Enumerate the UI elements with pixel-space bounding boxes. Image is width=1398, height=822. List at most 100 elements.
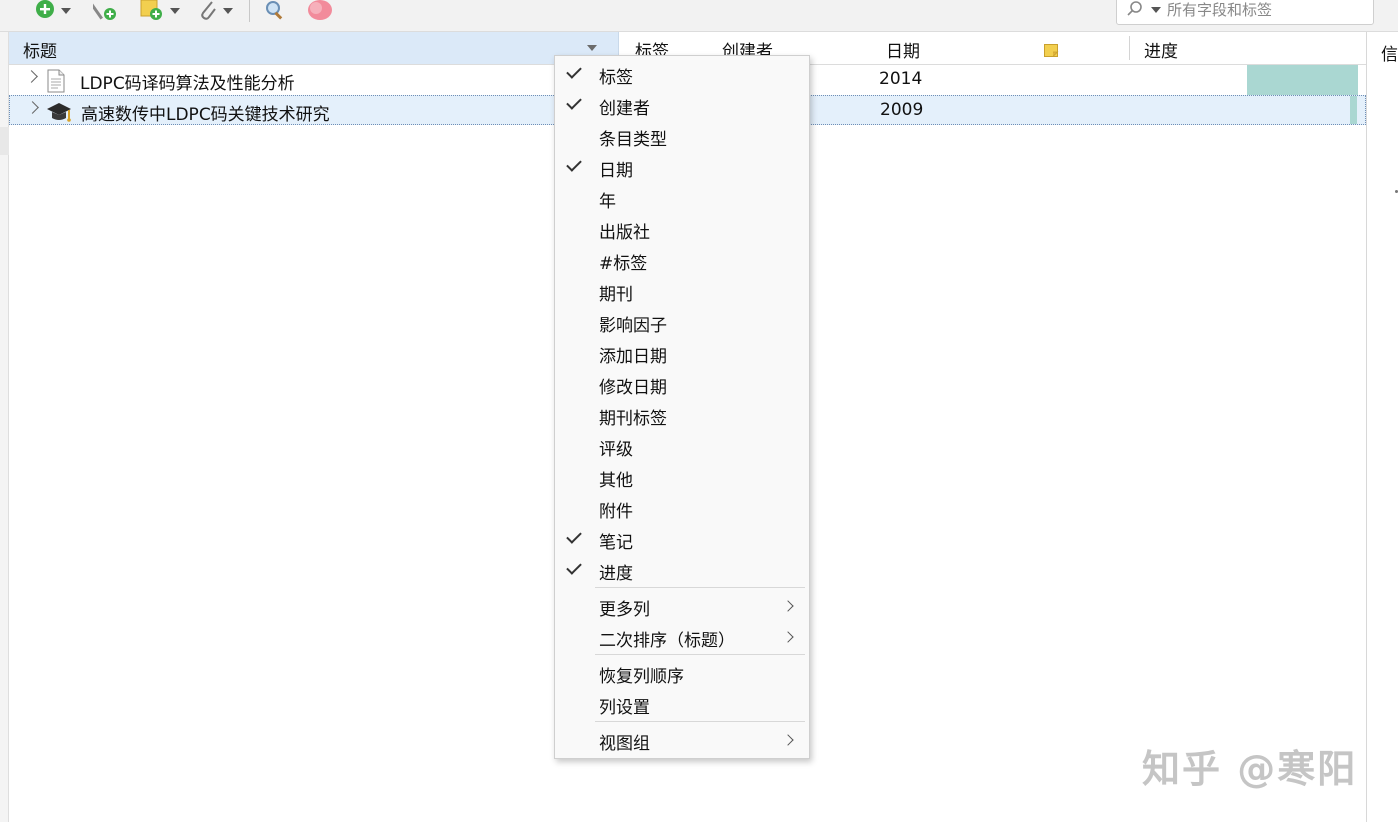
- menu-item-impact-factor[interactable]: 影响因子: [555, 307, 809, 338]
- menu-separator: [595, 721, 805, 722]
- menu-item-label: 笔记: [599, 533, 633, 553]
- search-placeholder: 所有字段和标签: [1167, 1, 1273, 19]
- menu-item-tags[interactable]: 标签: [555, 59, 809, 90]
- search-field[interactable]: 所有字段和标签: [1116, 0, 1374, 25]
- collection-selection-shade: [0, 127, 9, 155]
- column-picker-menu: 标签 创建者 条目类型 日期 年 出版社 #标签 期刊 影响因子 添加日期 修改…: [554, 55, 810, 759]
- new-item-icon: [36, 0, 54, 18]
- new-item-button[interactable]: [34, 0, 71, 22]
- item-date: 2014: [879, 69, 923, 89]
- menu-item-label: 更多列: [599, 600, 650, 620]
- menu-item-rating[interactable]: 评级: [555, 431, 809, 462]
- menu-item-label: 其他: [599, 471, 633, 491]
- document-icon: [47, 69, 65, 93]
- item-date: 2009: [880, 100, 924, 120]
- menu-item-label: 日期: [599, 161, 633, 181]
- menu-item-label: 视图组: [599, 734, 650, 754]
- chevron-right-icon: [782, 600, 794, 612]
- check-icon: [566, 63, 582, 79]
- menu-item-journal-tags[interactable]: 期刊标签: [555, 400, 809, 431]
- thesis-icon: [47, 103, 71, 122]
- chevron-right-icon: [782, 631, 794, 643]
- progress-bar: [1350, 96, 1357, 124]
- menu-item-label: #标签: [599, 254, 648, 274]
- toolbar: 所有字段和标签: [0, 0, 1398, 32]
- menu-item-label: 恢复列顺序: [599, 667, 684, 687]
- menu-item-attachments[interactable]: 附件: [555, 493, 809, 524]
- menu-item-journal[interactable]: 期刊: [555, 276, 809, 307]
- column-header-date[interactable]: 日期: [886, 37, 920, 62]
- menu-item-label: 年: [599, 192, 616, 212]
- chevron-right-icon[interactable]: [26, 101, 39, 114]
- search-mode-dropdown-icon[interactable]: [1151, 6, 1161, 13]
- new-note-icon: [140, 0, 162, 20]
- attachment-icon: [201, 1, 216, 20]
- item-pane: 信: [1366, 32, 1398, 822]
- menu-item-restore-column-order[interactable]: 恢复列顺序: [555, 658, 809, 689]
- menu-item-label: 出版社: [599, 223, 650, 243]
- tag-color-button[interactable]: [307, 0, 335, 22]
- menu-item-year[interactable]: 年: [555, 183, 809, 214]
- column-divider[interactable]: [1129, 36, 1130, 60]
- menu-item-label: 二次排序（标题）: [599, 631, 735, 651]
- menu-item-label: 创建者: [599, 99, 650, 119]
- advanced-search-button[interactable]: [264, 0, 286, 22]
- add-by-identifier-button[interactable]: [93, 0, 119, 22]
- watermark: 知乎 @寒阳: [1142, 747, 1358, 791]
- menu-separator: [595, 587, 805, 588]
- notes-column-icon[interactable]: [1044, 44, 1059, 58]
- menu-item-label: 进度: [599, 564, 633, 584]
- magic-wand-icon: [93, 3, 116, 20]
- progress-bar: [1247, 65, 1358, 95]
- check-icon: [566, 559, 582, 575]
- menu-item-item-type[interactable]: 条目类型: [555, 121, 809, 152]
- menu-item-column-settings[interactable]: 列设置: [555, 689, 809, 720]
- menu-item-label: 标签: [599, 68, 633, 88]
- menu-item-label: 列设置: [599, 698, 650, 718]
- menu-item-label: 期刊: [599, 285, 633, 305]
- column-header-title-label: 标题: [23, 42, 57, 62]
- menu-item-hash-tags[interactable]: #标签: [555, 245, 809, 276]
- menu-item-label: 添加日期: [599, 347, 667, 367]
- menu-separator: [595, 654, 805, 655]
- check-icon: [566, 94, 582, 110]
- menu-item-date[interactable]: 日期: [555, 152, 809, 183]
- menu-item-label: 期刊标签: [599, 409, 667, 429]
- search-icon: [266, 1, 283, 20]
- collections-pane-edge: [0, 32, 9, 822]
- menu-item-label: 评级: [599, 440, 633, 460]
- chevron-down-icon: [223, 8, 233, 14]
- chevron-right-icon[interactable]: [25, 70, 38, 83]
- menu-item-notes[interactable]: 笔记: [555, 524, 809, 555]
- menu-item-label: 附件: [599, 502, 633, 522]
- sort-descending-icon: [587, 45, 597, 51]
- app-window: 所有字段和标签 信 标题 标签 创建者 日期 进度 LDPC码译码算法及性能分析…: [0, 0, 1398, 822]
- menu-item-label: 影响因子: [599, 316, 667, 336]
- add-attachment-button[interactable]: [198, 0, 233, 22]
- column-header-progress[interactable]: 进度: [1144, 37, 1178, 62]
- chevron-down-icon: [170, 8, 180, 14]
- menu-item-creator[interactable]: 创建者: [555, 90, 809, 121]
- menu-item-more-columns[interactable]: 更多列: [555, 591, 809, 622]
- menu-item-label: 修改日期: [599, 378, 667, 398]
- check-icon: [566, 156, 582, 172]
- menu-item-extra[interactable]: 其他: [555, 462, 809, 493]
- column-header-title[interactable]: 标题: [9, 32, 619, 64]
- check-icon: [566, 528, 582, 544]
- item-pane-title: 信: [1381, 45, 1398, 65]
- search-icon: [1127, 0, 1142, 16]
- menu-item-date-modified[interactable]: 修改日期: [555, 369, 809, 400]
- menu-item-view-group[interactable]: 视图组: [555, 725, 809, 756]
- toolbar-separator: [249, 0, 250, 22]
- item-title: 高速数传中LDPC码关键技术研究: [81, 105, 330, 125]
- item-title: LDPC码译码算法及性能分析: [80, 74, 295, 94]
- menu-item-label: 条目类型: [599, 130, 667, 150]
- chevron-down-icon: [61, 8, 71, 14]
- chevron-right-icon: [782, 734, 794, 746]
- menu-item-secondary-sort[interactable]: 二次排序（标题）: [555, 622, 809, 653]
- menu-item-date-added[interactable]: 添加日期: [555, 338, 809, 369]
- menu-item-publisher[interactable]: 出版社: [555, 214, 809, 245]
- menu-item-progress[interactable]: 进度: [555, 555, 809, 586]
- tag-color-icon: [308, 0, 332, 20]
- new-note-button[interactable]: [139, 0, 180, 22]
